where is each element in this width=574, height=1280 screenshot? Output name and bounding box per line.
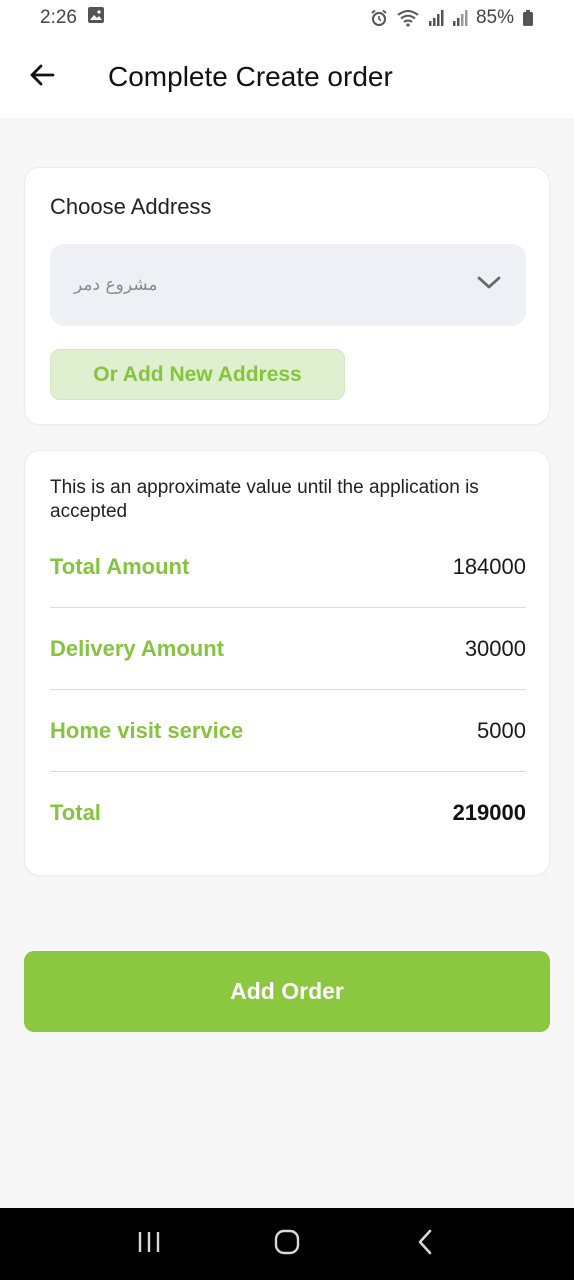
home-visit-service-label: Home visit service xyxy=(50,717,244,743)
total-label: Total xyxy=(50,800,101,825)
approximate-value-note: This is an approximate value until the a… xyxy=(50,477,479,522)
chevron-left-icon xyxy=(415,1228,435,1261)
summary-card: This is an approximate value until the a… xyxy=(24,450,550,876)
back-button[interactable] xyxy=(12,47,72,107)
total-amount-value: 184000 xyxy=(452,553,526,579)
recent-apps-button[interactable] xyxy=(119,1219,179,1269)
back-nav-button[interactable] xyxy=(395,1219,455,1269)
home-visit-service-row: Home visit service 5000 xyxy=(50,690,526,772)
address-select-value: مشروع دمر xyxy=(74,275,158,295)
home-icon xyxy=(273,1228,301,1261)
delivery-amount-label: Delivery Amount xyxy=(50,635,225,661)
signal-icon xyxy=(452,9,468,27)
signal-icon xyxy=(428,9,444,27)
battery-icon xyxy=(522,9,534,27)
alarm-icon xyxy=(370,9,388,27)
total-row: Total 219000 xyxy=(50,772,526,854)
total-value: 219000 xyxy=(452,800,526,825)
app-bar: Complete Create order xyxy=(0,36,574,118)
status-right: 85% xyxy=(370,7,534,29)
recent-apps-icon xyxy=(136,1230,162,1259)
total-amount-label: Total Amount xyxy=(50,553,190,579)
chevron-down-icon xyxy=(476,274,502,297)
status-time: 2:26 xyxy=(40,7,77,28)
home-visit-service-value: 5000 xyxy=(477,717,526,743)
total-amount-row: Total Amount 184000 xyxy=(50,526,526,608)
address-select[interactable]: مشروع دمر xyxy=(50,244,526,326)
add-order-button[interactable]: Add Order xyxy=(24,951,550,1032)
wifi-icon xyxy=(396,9,420,27)
battery-percent: 85% xyxy=(475,7,514,28)
arrow-left-icon xyxy=(28,61,56,94)
system-nav-bar xyxy=(0,1208,574,1280)
gallery-icon xyxy=(87,6,105,30)
home-button[interactable] xyxy=(257,1219,317,1269)
status-bar: 2:26 85% xyxy=(0,0,574,36)
page-title: Complete Create order xyxy=(108,61,393,92)
address-card: Choose Address مشروع دمر Or Add New Addr… xyxy=(24,167,550,425)
add-new-address-button[interactable]: Or Add New Address xyxy=(50,349,345,400)
status-left: 2:26 xyxy=(40,6,105,30)
choose-address-label: Choose Address xyxy=(50,194,212,219)
delivery-amount-value: 30000 xyxy=(464,635,526,661)
delivery-amount-row: Delivery Amount 30000 xyxy=(50,608,526,690)
